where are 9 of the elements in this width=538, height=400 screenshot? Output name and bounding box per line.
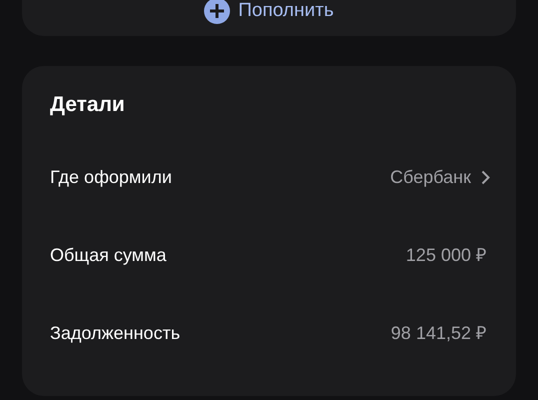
top-up-button[interactable]: Пополнить bbox=[204, 0, 334, 24]
bank-link[interactable]: Сбербанк bbox=[390, 164, 490, 190]
row-label: Где оформили bbox=[50, 166, 172, 189]
section-title: Детали bbox=[50, 92, 126, 118]
row-label: Задолженность bbox=[50, 322, 180, 345]
chevron-icon bbox=[481, 170, 490, 184]
row-value: 125 000 ₽ bbox=[406, 244, 486, 266]
row-label: Общая сумма bbox=[50, 244, 166, 267]
row-value: 98 141,52 ₽ bbox=[390, 322, 486, 344]
